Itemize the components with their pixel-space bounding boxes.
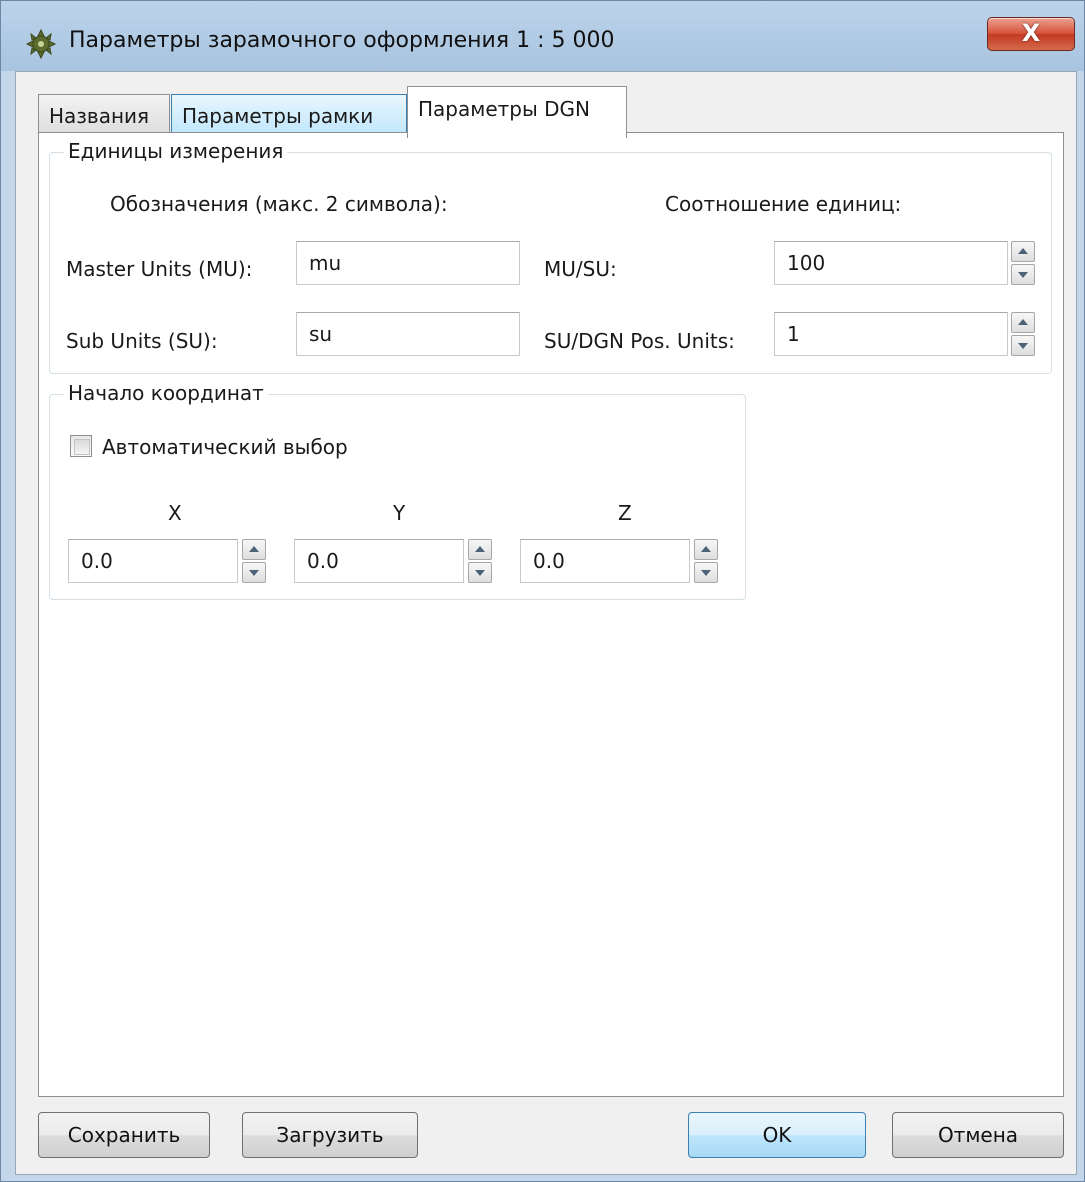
su-dgn-label: SU/DGN Pos. Units: [544,329,735,353]
dialog-window: Параметры зарамочного оформления 1 : 5 0… [0,0,1085,1182]
spin-up-icon[interactable] [1011,241,1035,262]
spin-up-icon[interactable] [694,539,718,560]
mu-su-spinner[interactable] [1011,241,1035,285]
app-gear-icon [25,28,57,60]
auto-select-checkbox[interactable] [70,435,92,457]
origin-group-title: Начало координат [64,381,268,405]
tab-dgn-params[interactable]: Параметры DGN [407,86,627,138]
spin-up-icon[interactable] [468,539,492,560]
x-label: X [168,501,182,525]
tab-dgn-params-label: Параметры DGN [418,97,590,121]
x-input[interactable]: 0.0 [68,539,238,583]
ratio-heading: Соотношение единиц: [665,192,902,216]
cancel-button[interactable]: Отмена [892,1112,1064,1158]
close-button[interactable]: X [987,17,1075,51]
su-dgn-spinner[interactable] [1011,312,1035,356]
units-group: Единицы измерения Обозначения (макс. 2 с… [49,139,1052,374]
sub-units-label: Sub Units (SU): [66,329,218,353]
spin-down-icon[interactable] [468,562,492,583]
x-spinner[interactable] [242,539,266,583]
spin-down-icon[interactable] [694,562,718,583]
y-input[interactable]: 0.0 [294,539,464,583]
spin-up-icon[interactable] [1011,312,1035,333]
spin-down-icon[interactable] [1011,264,1035,285]
auto-select-label[interactable]: Автоматический выбор [102,435,348,459]
y-spinner[interactable] [468,539,492,583]
origin-group: Начало координат Автоматический выбор X … [49,381,746,600]
units-group-title: Единицы измерения [64,139,288,163]
spin-down-icon[interactable] [242,562,266,583]
y-label: Y [393,501,406,525]
tab-names[interactable]: Названия [38,94,170,136]
save-button[interactable]: Сохранить [38,1112,210,1158]
master-units-label: Master Units (MU): [66,257,253,281]
close-icon: X [1021,19,1041,47]
designations-heading: Обозначения (макс. 2 символа): [110,192,448,216]
spin-down-icon[interactable] [1011,335,1035,356]
sub-units-input[interactable]: su [296,312,520,356]
su-dgn-input[interactable]: 1 [774,312,1008,356]
tab-panel-dgn: Единицы измерения Обозначения (макс. 2 с… [38,132,1064,1097]
master-units-input[interactable]: mu [296,241,520,285]
z-input[interactable]: 0.0 [520,539,690,583]
load-button[interactable]: Загрузить [242,1112,418,1158]
dialog-client-area: Названия Параметры рамки Параметры DGN Е… [15,71,1077,1175]
tab-names-label: Названия [49,104,150,128]
ok-button[interactable]: OK [688,1112,866,1158]
mu-su-label: MU/SU: [544,257,617,281]
tab-frame-params[interactable]: Параметры рамки [171,94,407,136]
spin-up-icon[interactable] [242,539,266,560]
z-label: Z [618,501,632,525]
tab-frame-params-label: Параметры рамки [182,104,374,128]
window-title: Параметры зарамочного оформления 1 : 5 0… [69,28,615,53]
title-bar[interactable]: Параметры зарамочного оформления 1 : 5 0… [1,1,1085,71]
mu-su-input[interactable]: 100 [774,241,1008,285]
z-spinner[interactable] [694,539,718,583]
